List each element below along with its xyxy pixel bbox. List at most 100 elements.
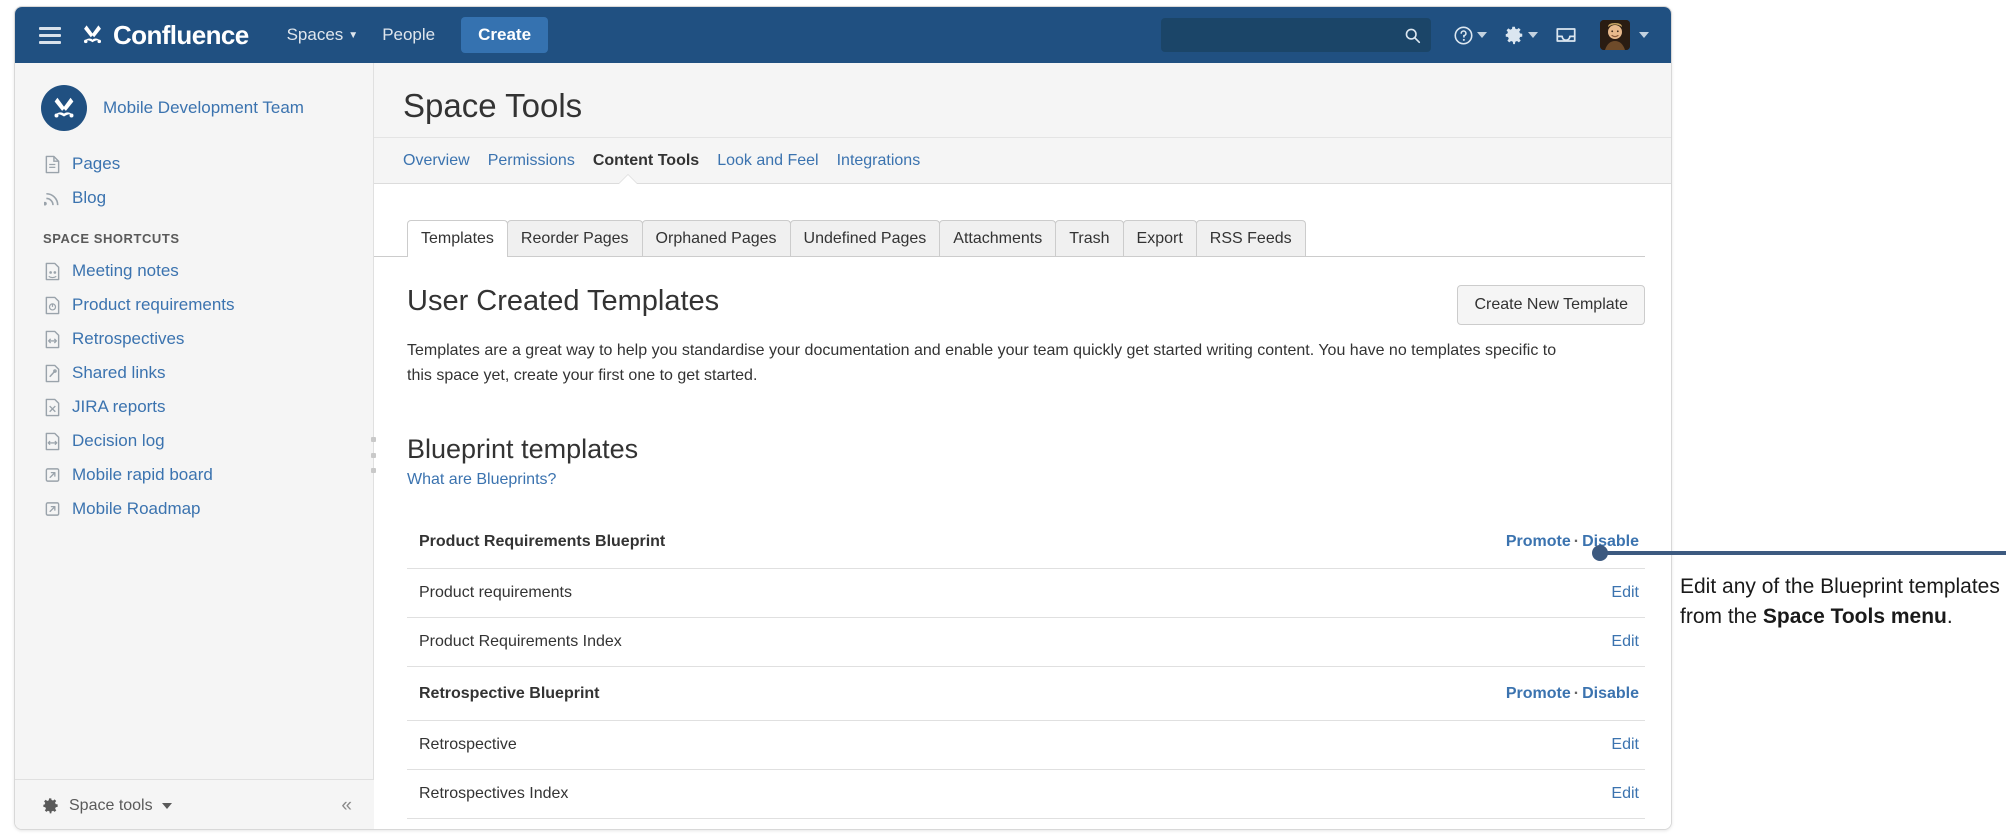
blueprint-group-row: JIRA Report Blueprint Promote·Disable [407,819,1645,829]
callout-connector-line [1600,551,2006,555]
what-are-blueprints-link[interactable]: What are Blueprints? [407,471,556,489]
user-templates-description: Templates are a great way to help you st… [407,342,1557,384]
page-title: Space Tools [403,87,583,124]
sidebar-resize-handle[interactable] [366,435,380,475]
sidebar-item-blog[interactable]: Blog [15,181,373,215]
sidebar-footer: Space tools « [15,779,374,829]
collapse-sidebar-button[interactable]: « [341,795,352,817]
sidebar-item-jira-reports[interactable]: JIRA reports [15,390,373,424]
external-link-icon [43,499,61,519]
sidebar-item-pages[interactable]: Pages [15,147,373,181]
confluence-mark-icon [83,24,102,43]
active-tab-pointer-icon [619,175,637,184]
blueprint-group-row: Product Requirements Blueprint Promote · D… [407,515,1645,569]
sidebar-item-decision-log-label: Decision log [72,431,165,450]
tab-overview[interactable]: Overview [403,152,488,183]
tab-look-and-feel[interactable]: Look and Feel [717,152,836,183]
subtab-templates[interactable]: Templates [407,220,508,257]
edit-link[interactable]: Edit [1611,736,1639,753]
user-avatar-image [1600,20,1630,50]
search-box[interactable] [1161,18,1431,52]
chevron-down-icon [1639,32,1649,38]
sidebar-item-shared-links[interactable]: Shared links [15,356,373,390]
chevron-down-icon [1477,32,1487,38]
sidebar-item-mobile-roadmap[interactable]: Mobile Roadmap [15,492,373,526]
sidebar-item-product-requirements-label: Product requirements [72,295,235,314]
user-templates-header: User Created Templates Create New Templa… [407,285,1645,325]
nav-item-people[interactable]: People [370,19,447,51]
sidebar-item-jira-reports-label: JIRA reports [72,397,166,416]
sidebar-item-decision-log[interactable]: Decision log [15,424,373,458]
sidebar-item-pages-label: Pages [72,154,121,173]
settings-button[interactable] [1495,18,1546,52]
tab-permissions[interactable]: Permissions [488,152,593,183]
sidebar-item-product-requirements[interactable]: Product requirements [15,288,373,322]
blueprint-templates-list: Product Requirements Blueprint Promote · D… [407,515,1645,829]
blueprint-group-actions: Promote · Disable [1506,685,1643,703]
sidebar-item-meeting-notes[interactable]: Meeting notes [15,254,373,288]
subtab-attachments[interactable]: Attachments [939,220,1057,256]
sidebar-item-meeting-notes-label: Meeting notes [72,261,179,280]
notifications-button[interactable] [1546,18,1586,52]
space-tools-button[interactable]: Space tools [41,796,172,815]
sidebar-item-mobile-rapid-board[interactable]: Mobile rapid board [15,458,373,492]
callout-anchor-dot [1592,545,1608,561]
gear-icon [1505,26,1523,45]
content-tools-subtabs: Templates Reorder Pages Orphaned Pages U… [374,184,1645,257]
shared-links-icon [43,363,61,383]
edit-link[interactable]: Edit [1611,633,1639,650]
promote-link[interactable]: Promote [1506,685,1571,702]
callout-text-part2: . [1946,604,1953,628]
subtab-orphaned-pages[interactable]: Orphaned Pages [641,220,791,256]
subtab-undefined-pages[interactable]: Undefined Pages [789,220,941,256]
create-button[interactable]: Create [461,17,549,53]
decision-log-icon [43,431,61,451]
space-name-label[interactable]: Mobile Development Team [103,98,304,118]
gear-icon [43,798,58,814]
space-header[interactable]: Mobile Development Team [15,63,373,145]
help-button[interactable] [1445,19,1495,52]
inbox-icon [1556,28,1576,42]
user-menu-button[interactable] [1586,14,1657,56]
rss-blog-icon [43,188,61,208]
blueprint-group-row: Retrospective Blueprint Promote · Disable [407,667,1645,721]
edit-link[interactable]: Edit [1611,584,1639,601]
sidebar-item-shared-links-label: Shared links [72,363,166,382]
subtab-reorder-pages[interactable]: Reorder Pages [506,220,643,256]
subtab-export[interactable]: Export [1122,220,1197,256]
sidebar-item-mobile-rapid-board-label: Mobile rapid board [72,465,213,484]
sidebar-section-header: SPACE SHORTCUTS [43,231,180,246]
confluence-logo[interactable]: Confluence [79,22,249,49]
callout-text: Edit any of the Blueprint templates from… [1680,572,2006,632]
disable-link[interactable]: Disable [1582,533,1639,550]
search-icon [1405,28,1421,44]
app-body: Mobile Development Team Pages Blog SPACE… [15,63,1671,829]
screenshot-root: Confluence Spaces ▼ People Create Mobile… [0,0,2006,836]
subtab-rss-feeds[interactable]: RSS Feeds [1195,220,1306,256]
subtab-trash[interactable]: Trash [1055,220,1124,256]
blueprint-group-name: Retrospective Blueprint [419,684,600,702]
create-new-template-button[interactable]: Create New Template [1457,285,1645,325]
disable-link[interactable]: Disable [1582,685,1639,702]
promote-link[interactable]: Promote [1506,533,1571,550]
nav-item-spaces-label: Spaces [286,25,344,44]
hamburger-menu-icon[interactable] [39,26,61,44]
callout-text-bold: Space Tools menu [1762,604,1947,628]
template-row: Product Requirements Index Edit [407,618,1645,667]
nav-item-spaces[interactable]: Spaces ▼ [275,19,371,51]
tab-integrations[interactable]: Integrations [837,152,939,183]
edit-link[interactable]: Edit [1611,785,1639,802]
blueprint-group-name: Product Requirements Blueprint [419,532,666,550]
space-tools-tabs: Overview Permissions Content Tools Look … [374,138,1671,184]
help-circle-icon [1454,25,1473,45]
page-icon [43,154,61,174]
sidebar-item-retrospectives-label: Retrospectives [72,329,185,348]
template-row: Retrospective Edit [407,721,1645,770]
template-name: Product Requirements Index [419,632,622,650]
search-input[interactable] [1162,19,1430,51]
action-separator: · [1573,532,1580,550]
space-sidebar: Mobile Development Team Pages Blog SPACE… [15,63,376,829]
tab-content-tools[interactable]: Content Tools [593,152,717,183]
sidebar-item-retrospectives[interactable]: Retrospectives [15,322,373,356]
template-row: Retrospectives Index Edit [407,770,1645,819]
